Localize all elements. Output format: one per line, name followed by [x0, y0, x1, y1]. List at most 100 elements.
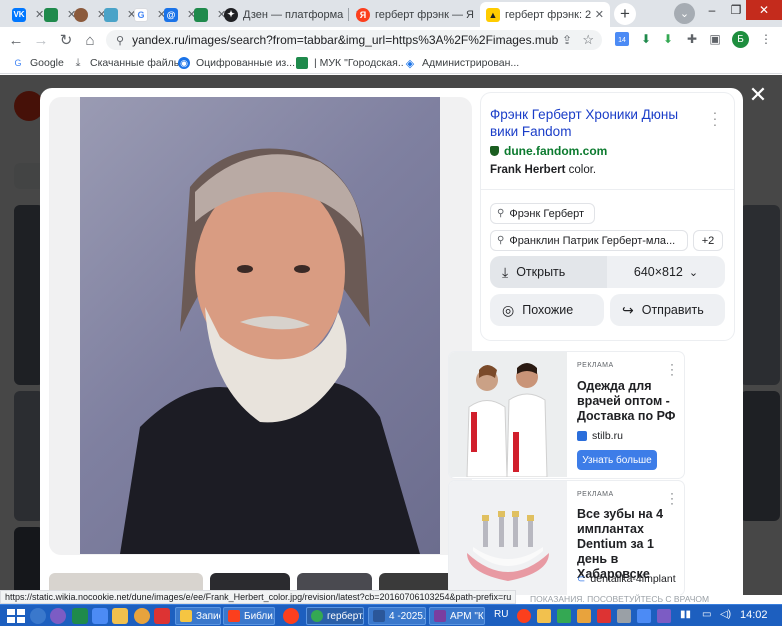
- ad-title[interactable]: Одежда для врачей оптом - Доставка по РФ: [577, 379, 677, 424]
- bookmark-star-icon[interactable]: ☆: [582, 32, 594, 48]
- source-title-link[interactable]: Фрэнк Герберт Хроники Дюны вики Fandom: [490, 106, 700, 140]
- clock[interactable]: 14:02: [740, 609, 768, 621]
- taskbar-task[interactable]: Записки: [175, 607, 221, 625]
- share-button[interactable]: ↪ Отправить: [610, 294, 725, 326]
- new-tab-button[interactable]: +: [614, 3, 636, 25]
- source-domain[interactable]: dune.fandom.com: [490, 144, 607, 158]
- tray-icon[interactable]: [597, 609, 611, 623]
- bookmark-admin[interactable]: ◈ Администрирован...: [404, 57, 519, 70]
- tab-yandex-images-active[interactable]: ▲ герберт фрэнк: 2 ты ✕: [480, 2, 610, 27]
- search-chip[interactable]: ⚲ Франклин Патрик Герберт-мла...: [490, 230, 688, 251]
- bookmark-google[interactable]: G Google: [12, 57, 64, 69]
- green-leaf-icon: [296, 57, 308, 69]
- taskbar-task[interactable]: АРМ "К...: [429, 607, 485, 625]
- language-indicator[interactable]: RU: [494, 609, 508, 620]
- tab-title: герберт фрэнк — Я: [375, 8, 474, 21]
- yandex-icon: [228, 610, 240, 622]
- dental-implants-image: [449, 481, 567, 595]
- chip-label: Фрэнк Герберт: [509, 207, 585, 220]
- tray-icon[interactable]: [657, 609, 671, 623]
- folder-icon[interactable]: [112, 608, 128, 624]
- restore-button[interactable]: ❐: [724, 0, 748, 20]
- search-icon[interactable]: [30, 608, 46, 624]
- extensions-puzzle-icon[interactable]: ✚: [684, 31, 700, 47]
- image-tab-icon: [104, 7, 118, 22]
- tab-title: герберт фрэнк: 2 ты: [505, 8, 591, 21]
- minimize-button[interactable]: –: [700, 0, 724, 20]
- tray-icon[interactable]: [557, 609, 571, 623]
- profile-avatar[interactable]: Б: [732, 31, 749, 48]
- app-icon[interactable]: [92, 608, 108, 624]
- extension-badge: 14: [615, 32, 629, 46]
- network-icon[interactable]: ▮▮: [680, 609, 691, 620]
- close-viewer-button[interactable]: ✕: [748, 82, 768, 107]
- similar-label: Похожие: [522, 303, 574, 317]
- extension-counter-icon[interactable]: 14: [614, 31, 630, 47]
- reload-button[interactable]: ↻: [57, 31, 75, 49]
- more-chips-button[interactable]: +2: [693, 230, 723, 251]
- download-icon: ⤓: [502, 263, 509, 280]
- url-text: yandex.ru/images/search?from=tabbar&img_…: [132, 33, 559, 47]
- close-tab-icon[interactable]: ✕: [595, 8, 604, 21]
- green-extension-icon[interactable]: ⬇: [660, 31, 676, 47]
- search-chip[interactable]: ⚲ Фрэнк Герберт: [490, 203, 595, 224]
- camera-search-icon: ◎: [502, 301, 515, 318]
- back-button[interactable]: ←: [7, 31, 25, 49]
- image-size-dropdown[interactable]: 640×812 ⌄: [607, 256, 725, 288]
- more-options-icon[interactable]: · · ·: [712, 105, 718, 131]
- tray-icon[interactable]: [577, 609, 591, 623]
- link-icon: ⊂: [577, 573, 586, 585]
- start-button[interactable]: [2, 607, 28, 625]
- tune-icon[interactable]: ⚲: [116, 34, 124, 47]
- ad-domain[interactable]: ⊂ dentalika-4implant: [577, 573, 676, 585]
- app-icon[interactable]: [134, 608, 150, 624]
- task-label: герберт...: [327, 610, 363, 622]
- app-icon[interactable]: [154, 608, 170, 624]
- assistant-icon[interactable]: [50, 608, 66, 624]
- battery-icon[interactable]: ▭: [702, 609, 711, 620]
- bookmark-label: | МУК "Городская...: [314, 57, 407, 69]
- window-close-button[interactable]: ✕: [746, 0, 782, 20]
- app-icon[interactable]: [72, 608, 88, 624]
- browser-menu-icon[interactable]: ⋮: [758, 31, 774, 47]
- vk-icon: VK: [12, 7, 26, 22]
- ad-domain-text: stilb.ru: [592, 430, 623, 442]
- bookmark-downloads[interactable]: ⤓ Скачанные файлы: [72, 57, 181, 69]
- similar-button[interactable]: ◎ Похожие: [490, 294, 604, 326]
- google-icon: G: [134, 7, 148, 22]
- tray-icon[interactable]: [537, 609, 551, 623]
- open-label: Открыть: [516, 265, 566, 279]
- share-icon[interactable]: ⇪: [562, 33, 572, 47]
- search-icon: ⚲: [497, 235, 505, 246]
- ad-learn-more-button[interactable]: Узнать больше: [577, 450, 657, 470]
- ad-card[interactable]: РЕКЛАМА · · · Одежда для врачей оптом - До…: [449, 352, 684, 478]
- forward-button[interactable]: →: [32, 31, 50, 49]
- bookmark-digitized[interactable]: ◉ Оцифрованные из...: [178, 57, 295, 69]
- domain-text: dune.fandom.com: [504, 144, 608, 158]
- ad-more-icon[interactable]: · · ·: [670, 358, 674, 380]
- tray-icon[interactable]: [637, 609, 651, 623]
- download-extension-icon[interactable]: ⬇: [638, 31, 654, 47]
- ad-image[interactable]: [449, 481, 567, 595]
- address-bar[interactable]: ⚲ yandex.ru/images/search?from=tabbar&im…: [106, 30, 602, 50]
- home-icon[interactable]: ⌂: [81, 31, 99, 49]
- ad-title[interactable]: Все зубы на 4 имплантах Dentium за 1 ден…: [577, 507, 677, 582]
- yandex-icon[interactable]: [283, 608, 299, 624]
- main-image[interactable]: [80, 97, 440, 554]
- taskbar-task-active[interactable]: герберт...: [306, 607, 364, 625]
- tray-icon[interactable]: [617, 609, 631, 623]
- taskbar-task[interactable]: Библи...: [223, 607, 275, 625]
- ad-more-icon[interactable]: · · ·: [670, 487, 674, 509]
- download-icon: ⤓: [72, 57, 84, 69]
- volume-icon[interactable]: ◁): [720, 609, 731, 620]
- tab-search-button[interactable]: ⌄: [674, 3, 695, 24]
- open-image-button[interactable]: ⤓ Открыть: [490, 256, 607, 288]
- task-label: АРМ "К...: [450, 610, 484, 622]
- ad-card[interactable]: РЕКЛАМА · · · Все зубы на 4 имплантах Dent…: [449, 481, 684, 595]
- taskbar-task[interactable]: 4 -2025...: [368, 607, 426, 625]
- ad-domain[interactable]: stilb.ru: [577, 430, 623, 442]
- side-panel-icon[interactable]: ▣: [707, 31, 723, 47]
- bookmark-muk[interactable]: | МУК "Городская...: [296, 57, 407, 69]
- ad-image[interactable]: [449, 352, 567, 478]
- tray-icon[interactable]: [517, 609, 531, 623]
